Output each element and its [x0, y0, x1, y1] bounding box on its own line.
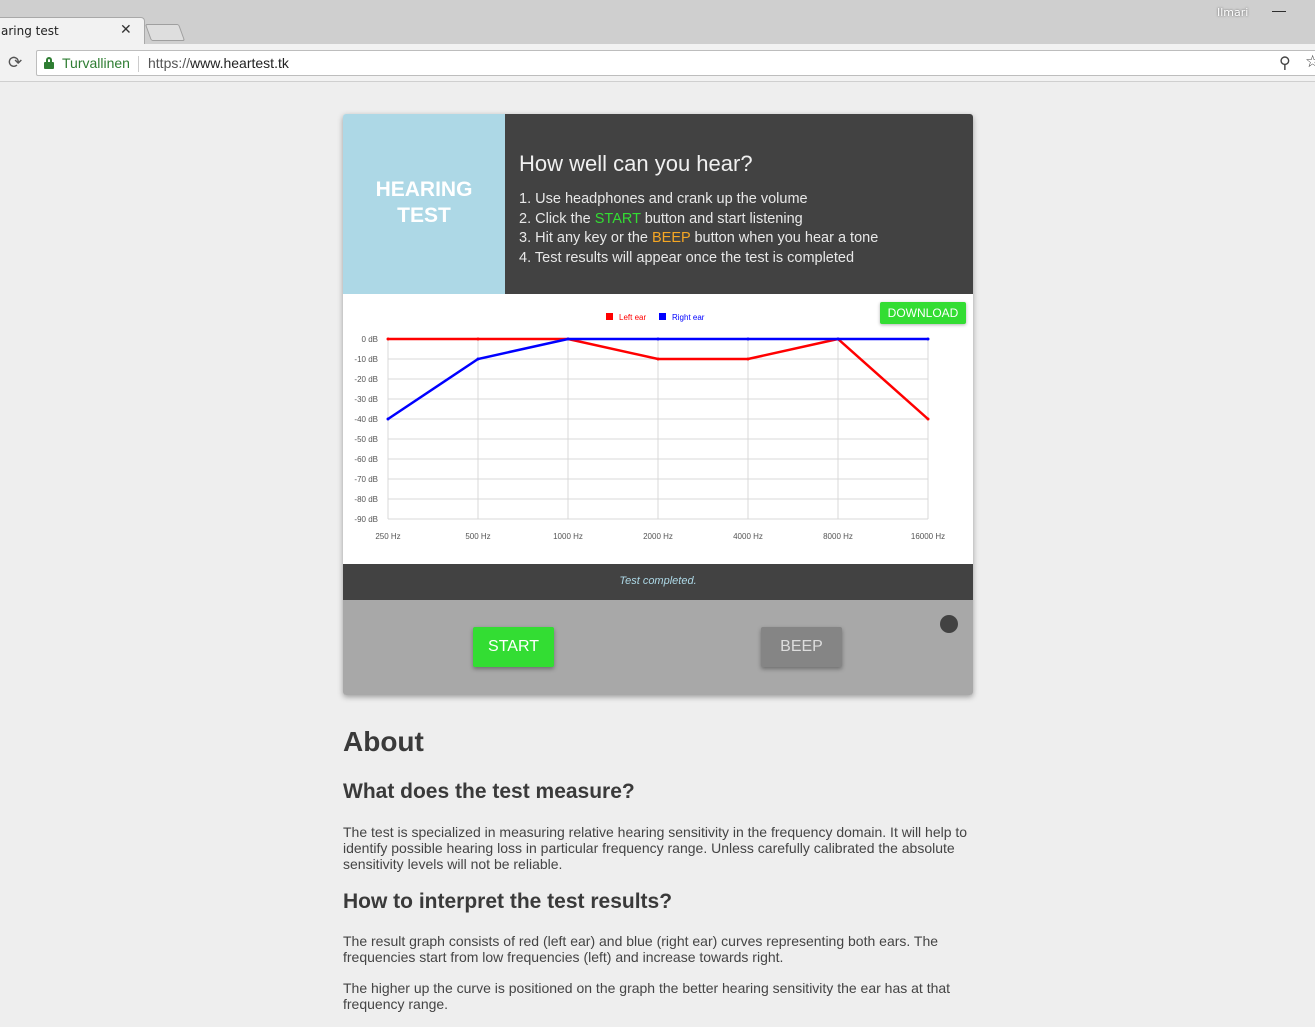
legend-swatch	[659, 313, 666, 320]
instruction-step: 3. Hit any key or the BEEP button when y…	[519, 230, 879, 247]
instructions-list: 1. Use headphones and crank up the volum…	[519, 190, 878, 269]
x-tick-label: 1000 Hz	[553, 532, 583, 541]
legend-swatch	[606, 313, 613, 320]
data-point-right-ear	[386, 417, 390, 421]
data-point-right-ear	[746, 337, 750, 341]
data-point-left-ear	[476, 337, 480, 341]
y-tick-label: -20 dB	[354, 375, 378, 384]
download-button[interactable]: DOWNLOAD	[880, 302, 966, 324]
hearing-test-card: HEARING TEST How well can you hear? 1. U…	[343, 114, 973, 695]
legend-label: Left ear	[619, 313, 646, 322]
zoom-icon[interactable]: ⚲	[1279, 53, 1291, 73]
status-bar: Test completed.	[343, 564, 973, 600]
profile-name[interactable]: Ilmari	[1217, 6, 1248, 19]
x-tick-label: 16000 Hz	[911, 532, 945, 541]
data-point-right-ear	[656, 337, 660, 341]
interpret-heading: How to interpret the test results?	[343, 890, 673, 913]
y-tick-label: -70 dB	[354, 475, 378, 484]
address-separator	[138, 56, 139, 72]
reload-icon[interactable]: ⟳	[8, 53, 22, 73]
logo: HEARING TEST	[343, 114, 505, 294]
tone-indicator-light	[940, 615, 958, 633]
instructions-panel: How well can you hear? 1. Use headphones…	[505, 114, 973, 294]
x-tick-label: 4000 Hz	[733, 532, 763, 541]
beep-highlight: BEEP	[651, 230, 691, 247]
logo-text: HEARING TEST	[343, 177, 505, 229]
browser-tab[interactable]: aring test ✕	[0, 17, 145, 45]
data-point-left-ear	[656, 357, 660, 361]
instruction-step: 2. Click the START button and start list…	[519, 210, 803, 227]
data-point-left-ear	[386, 337, 390, 341]
url-scheme: https://	[148, 55, 191, 71]
url-text[interactable]: https://www.heartest.tk	[148, 55, 289, 71]
audiogram-chart: 0 dB -10 dB -20 dB -30 dB -40 dB -50 dB -60 dB…	[343, 294, 973, 564]
y-tick-label: 0 dB	[362, 335, 378, 344]
start-button[interactable]: START	[473, 627, 554, 667]
bookmark-star-icon[interactable]: ☆	[1305, 52, 1315, 72]
y-tick-label: -90 dB	[354, 515, 378, 524]
data-point-right-ear	[926, 337, 930, 341]
y-tick-label: -60 dB	[354, 455, 378, 464]
legend-label: Right ear	[672, 313, 705, 322]
instruction-step: 4. Test results will appear once the tes…	[519, 250, 855, 267]
about-heading: About	[343, 726, 424, 757]
interpret-paragraph-1: The result graph consists of red (left e…	[343, 933, 939, 965]
x-tick-label: 500 Hz	[465, 532, 490, 541]
data-point-right-ear	[476, 357, 480, 361]
measure-heading: What does the test measure?	[343, 780, 635, 803]
x-tick-label: 250 Hz	[375, 532, 400, 541]
data-point-right-ear	[836, 337, 840, 341]
secure-label[interactable]: Turvallinen	[62, 55, 130, 71]
lock-icon	[44, 57, 54, 69]
y-tick-label: -50 dB	[354, 435, 378, 444]
instructions-heading: How well can you hear?	[519, 151, 753, 176]
tab-title: aring test	[1, 24, 59, 38]
new-tab-button[interactable]	[144, 24, 186, 41]
url-host: www.heartest.tk	[190, 55, 289, 71]
audiogram-svg: 0 dB -10 dB -20 dB -30 dB -40 dB -50 dB -60 dB…	[354, 313, 945, 541]
controls-panel: START BEEP	[343, 600, 973, 695]
y-tick-label: -80 dB	[354, 495, 378, 504]
y-tick-label: -10 dB	[354, 355, 378, 364]
data-point-left-ear	[746, 357, 750, 361]
address-bar[interactable]: Turvallinen https://www.heartest.tk ⚲ ☆	[36, 50, 1315, 76]
instruction-step: 1. Use headphones and crank up the volum…	[519, 191, 808, 207]
browser-tab-strip: aring test ✕ Ilmari —	[0, 0, 1315, 45]
tab-close-icon[interactable]: ✕	[120, 21, 132, 38]
beep-button[interactable]: BEEP	[761, 627, 842, 667]
minimize-button[interactable]: —	[1272, 2, 1286, 18]
x-tick-label: 8000 Hz	[823, 532, 853, 541]
data-point-right-ear	[566, 337, 570, 341]
x-tick-label: 2000 Hz	[643, 532, 673, 541]
logo-line-1: HEARING	[375, 178, 473, 201]
browser-toolbar: ⟳ Turvallinen https://www.heartest.tk ⚲ …	[0, 44, 1315, 82]
start-highlight: START	[594, 210, 641, 227]
logo-line-2: TEST	[397, 204, 451, 227]
measure-paragraph: The test is specialized in measuring rel…	[343, 824, 968, 872]
y-tick-label: -30 dB	[354, 395, 378, 404]
data-point-left-ear	[926, 417, 930, 421]
status-text: Test completed.	[619, 575, 697, 587]
interpret-paragraph-2: The higher up the curve is positioned on…	[343, 980, 951, 1012]
y-tick-label: -40 dB	[354, 415, 378, 424]
